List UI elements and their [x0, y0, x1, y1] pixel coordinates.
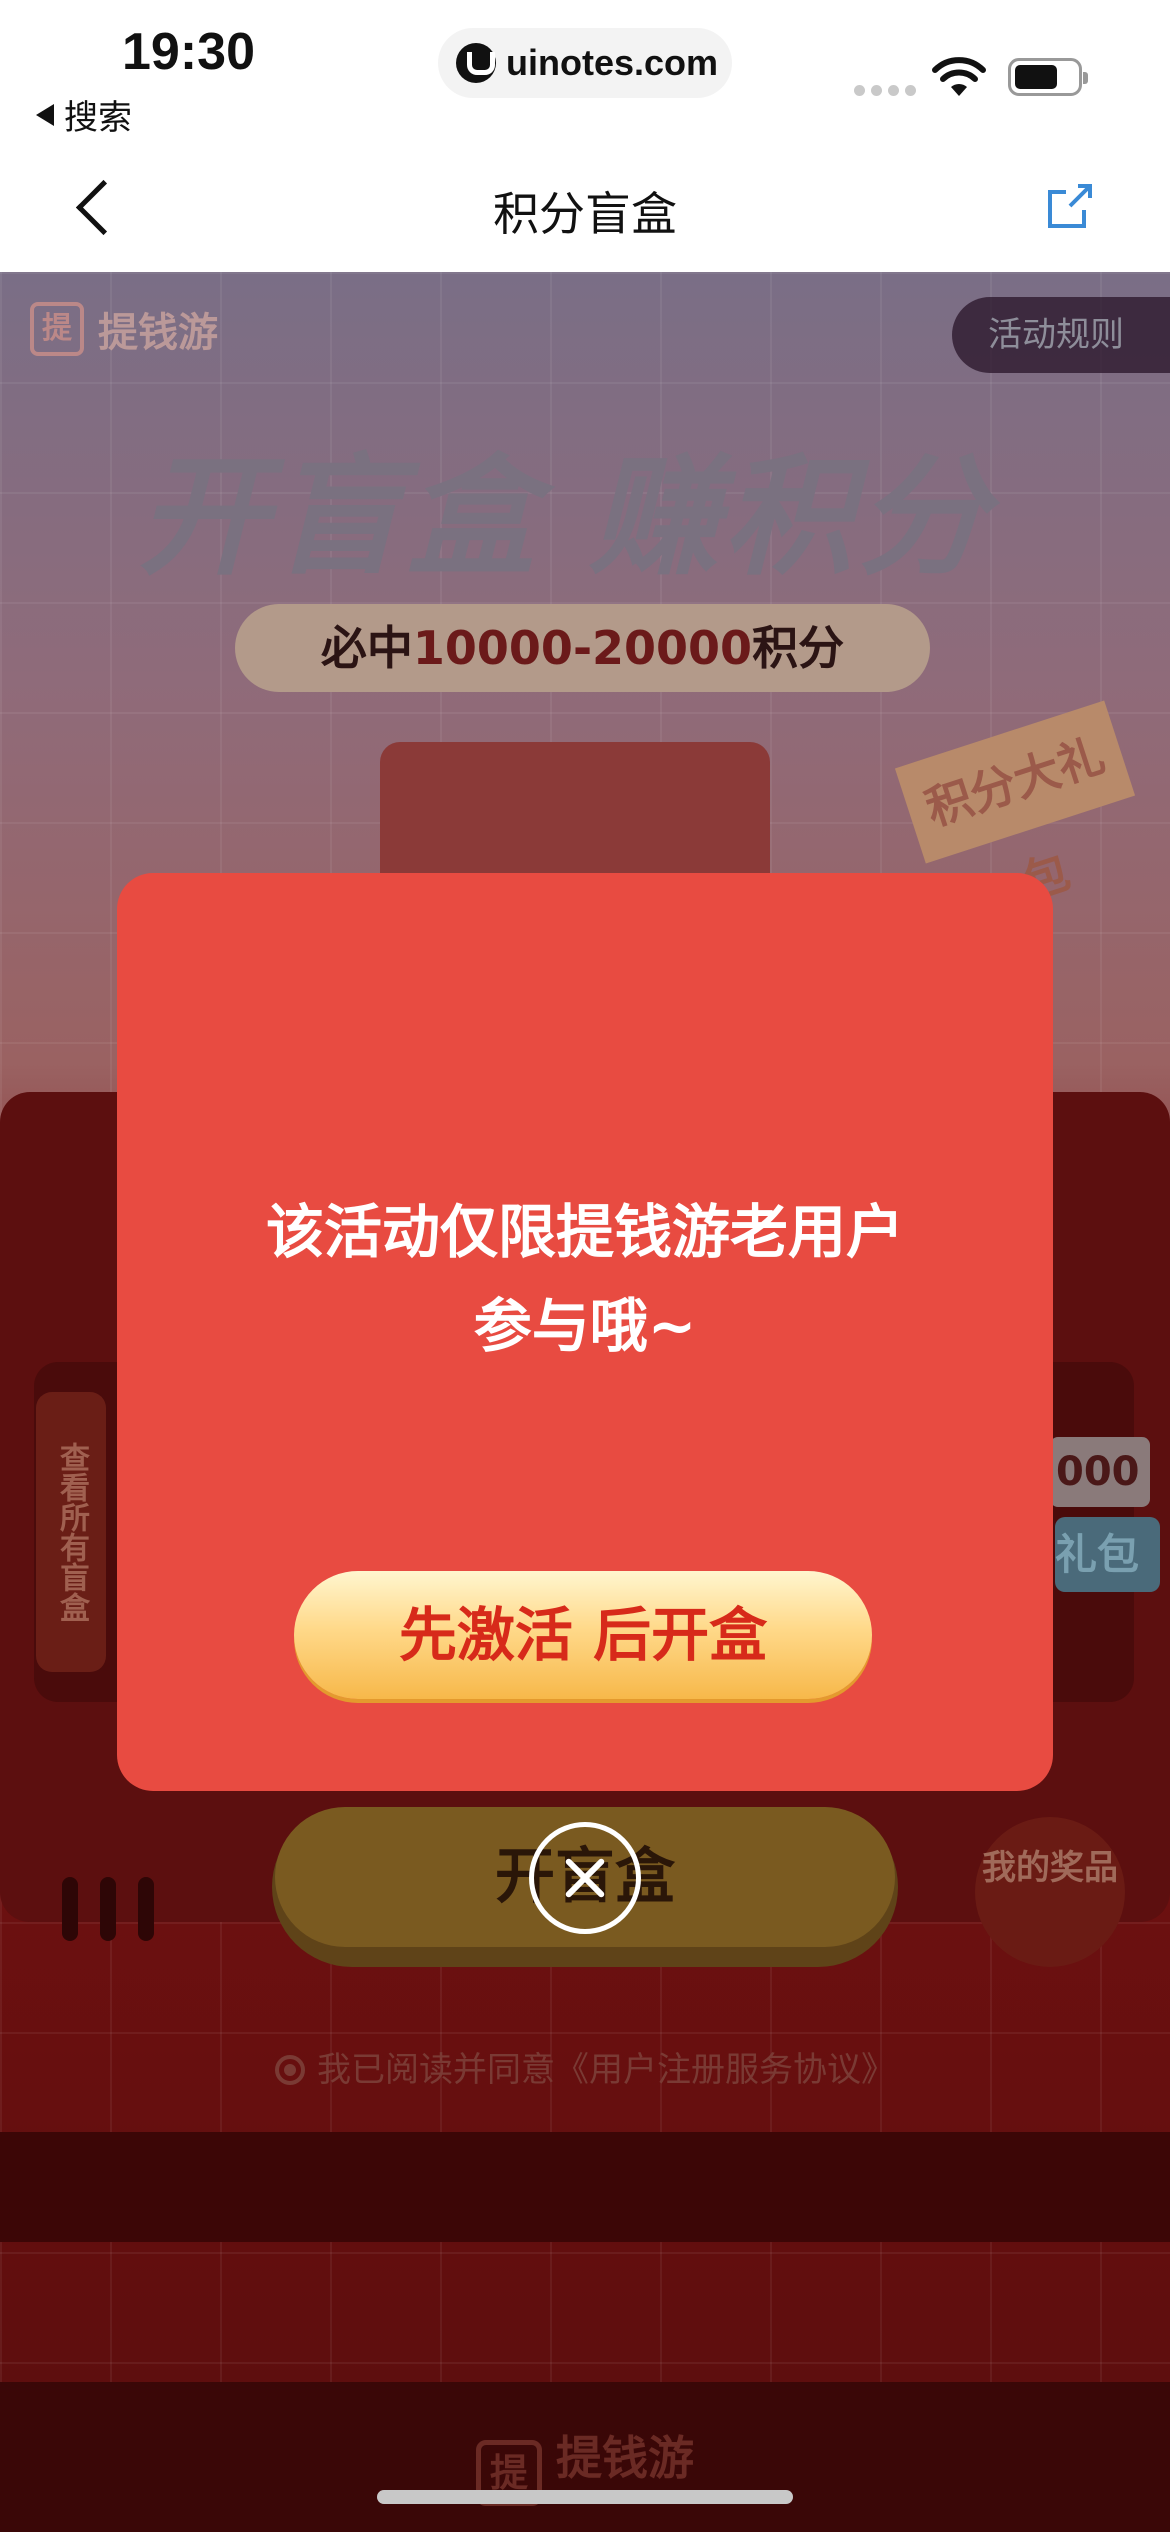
page-title: 积分盲盒	[493, 187, 677, 241]
status-bar: 19:30 搜索 uinotes.com	[0, 0, 1170, 140]
grille	[100, 1877, 116, 1941]
back-triangle-icon	[36, 103, 54, 126]
machine-base	[0, 2132, 1170, 2242]
my-prizes-button[interactable]: 我的奖品	[975, 1817, 1125, 1967]
prize-card-label: 礼包	[1055, 1517, 1160, 1592]
old-user-only-dialog: 该活动仅限提钱游老用户 参与哦~ 先激活 后开盒	[117, 873, 1053, 1791]
dialog-message: 该活动仅限提钱游老用户 参与哦~	[157, 1185, 1013, 1373]
nav-bar: 积分盲盒	[0, 140, 1170, 272]
brand-logo-icon: 提	[30, 302, 84, 356]
grille	[138, 1877, 154, 1941]
battery-icon	[1008, 58, 1088, 96]
share-icon[interactable]	[1044, 180, 1100, 232]
url-pill[interactable]: uinotes.com	[438, 28, 732, 98]
agreement-row[interactable]: 我已阅读并同意《用户注册服务协议》	[0, 2042, 1170, 2091]
points-range: 10000-20000	[412, 621, 753, 675]
prize-card-value: 000	[1050, 1437, 1150, 1507]
wifi-icon	[932, 57, 986, 96]
back-to-app-link[interactable]: 搜索	[36, 90, 132, 139]
site-logo-icon	[456, 43, 496, 83]
dialog-message-line-1: 该活动仅限提钱游老用户	[265, 1198, 904, 1266]
activate-then-open-button[interactable]: 先激活 后开盒	[294, 1571, 872, 1699]
guarantee-banner: 必中10000-20000积分	[235, 604, 930, 692]
status-time: 19:30	[122, 23, 255, 81]
headline: 开盲盒 赚积分	[138, 441, 992, 593]
url-text: uinotes.com	[506, 42, 719, 83]
dialog-message-line-2: 参与哦~	[473, 1292, 697, 1360]
home-indicator	[377, 2490, 793, 2504]
grille	[62, 1877, 78, 1941]
back-app-label: 搜索	[64, 98, 132, 138]
brand-name: 提钱游	[98, 310, 218, 356]
close-dialog-icon[interactable]	[529, 1822, 641, 1934]
activity-rules-button[interactable]: 活动规则	[952, 297, 1170, 373]
cellular-signal-icon	[854, 85, 916, 96]
brand-header: 提 提钱游	[30, 300, 218, 358]
agreement-radio-icon[interactable]	[275, 2055, 305, 2085]
agreement-text: 我已阅读并同意《用户注册服务协议》	[317, 2050, 895, 2090]
see-all-boxes-button[interactable]: 查看所有盲盒	[36, 1392, 106, 1672]
footer-brand-name: 提钱游	[556, 2431, 694, 2485]
